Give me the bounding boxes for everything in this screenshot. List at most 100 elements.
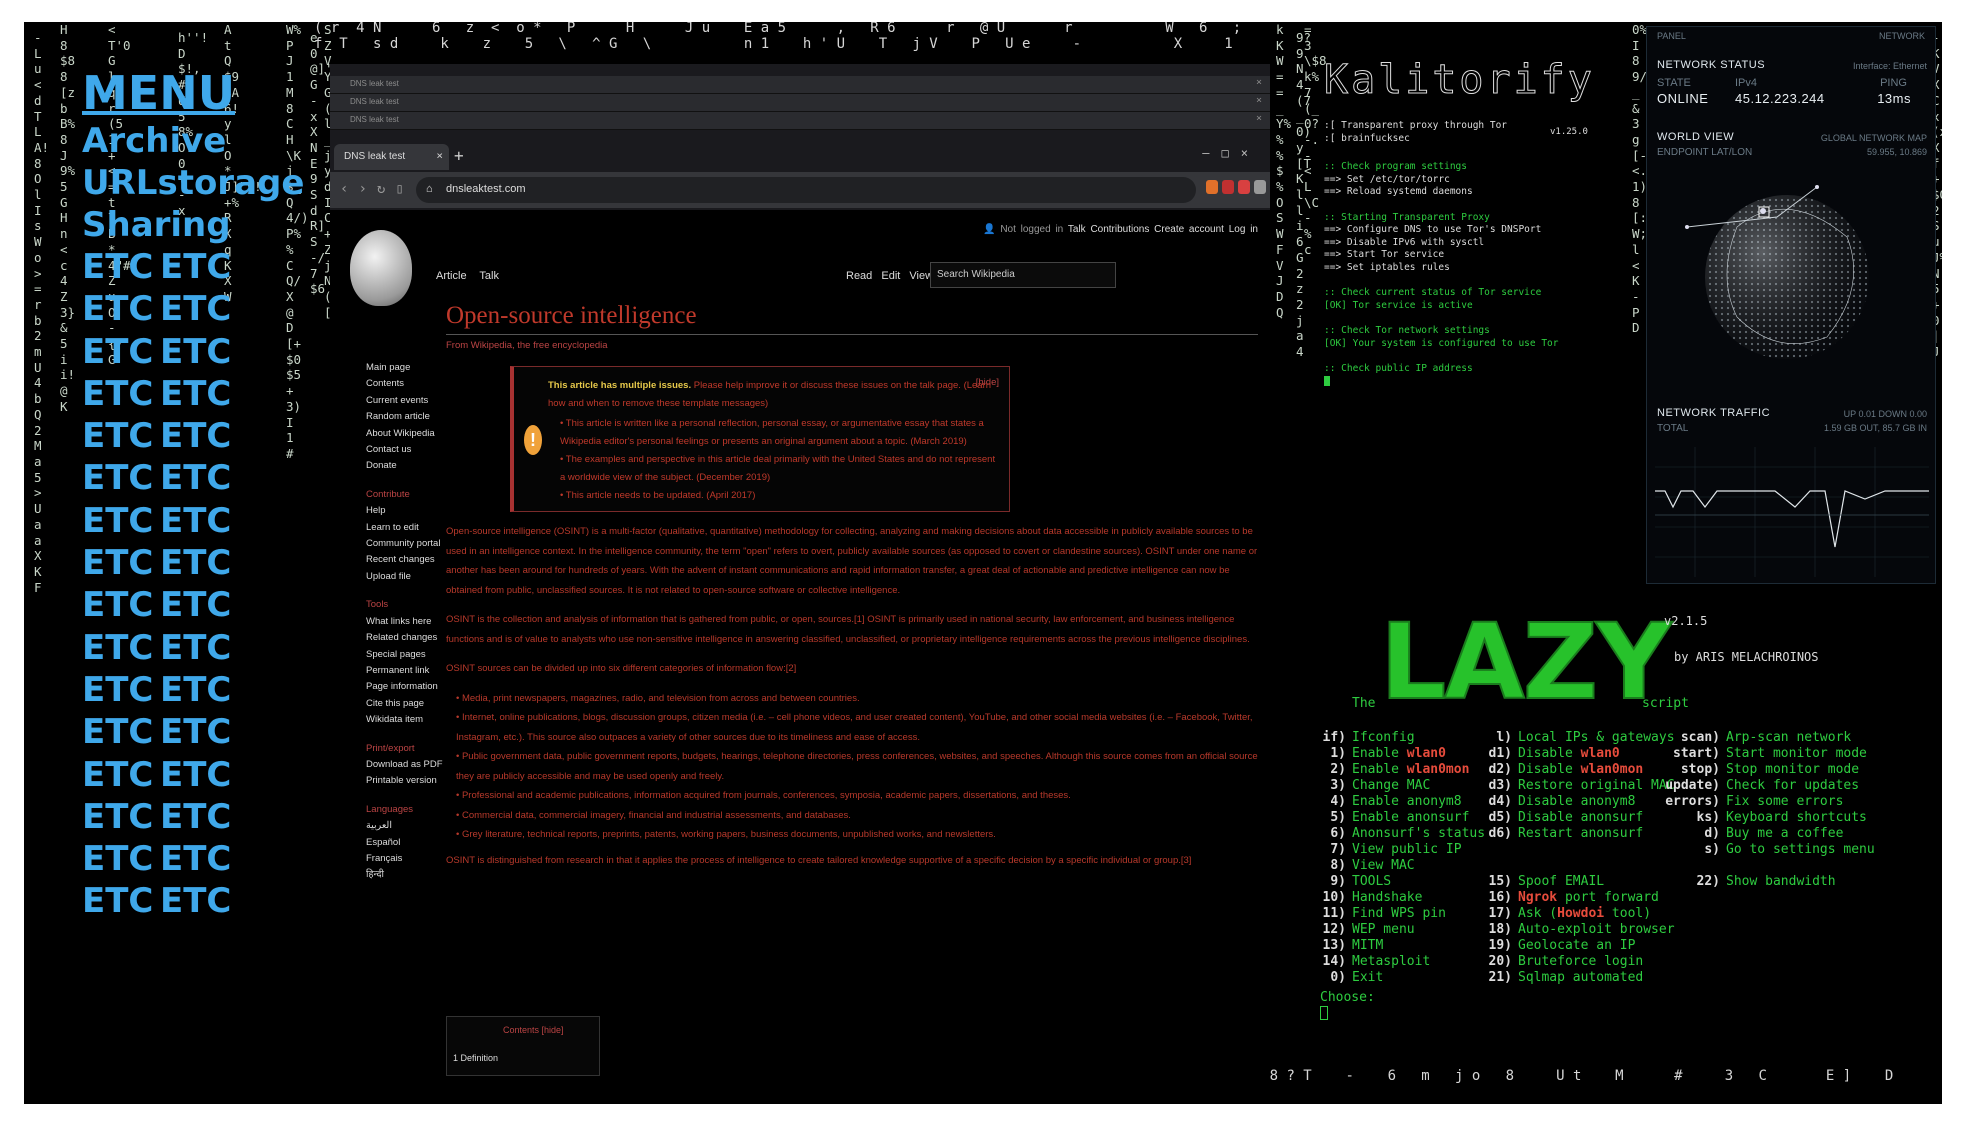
reload-icon[interactable]: ↻ [377,181,395,197]
menu-option[interactable]: errors) Fix some errors [1662,794,1875,810]
menu-title[interactable]: MENU [82,66,322,120]
toc-item[interactable]: 1 Definition [453,1053,498,1063]
menu-option[interactable]: 12) WEP menu [1320,922,1485,938]
sidebar-link[interactable]: Page information [366,679,448,695]
etc-menu-item[interactable]: ETC [160,331,238,373]
menu-option[interactable]: 7) View public IP [1320,842,1485,858]
menu-item-urlstorage[interactable]: URLstorage [82,162,322,204]
etc-menu-item[interactable]: ETC [82,669,160,711]
talk-link[interactable]: Talk [1068,224,1086,235]
menu-option[interactable]: stop) Stop monitor mode [1662,762,1875,778]
menu-option[interactable]: 4) Enable anonym8 [1320,794,1485,810]
menu-option[interactable]: 15) Spoof EMAIL [1486,874,1675,890]
menu-option[interactable]: ks) Keyboard shortcuts [1662,810,1875,826]
etc-menu-item[interactable]: ETC [160,838,238,880]
sidebar-link[interactable]: Español [366,835,448,851]
forward-icon[interactable]: › [358,181,376,197]
menu-item-sharing[interactable]: Sharing [82,204,322,246]
tab-article[interactable]: Article [436,270,467,282]
globe-map[interactable] [1677,167,1897,363]
menu-option[interactable]: d4) Disable anonym8 [1486,794,1675,810]
etc-menu-item[interactable]: ETC [160,288,238,330]
etc-menu-item[interactable]: ETC [160,584,238,626]
active-tab[interactable]: DNS leak test × [334,144,449,170]
new-tab-icon[interactable]: + [454,146,464,165]
etc-menu-item[interactable]: ETC [160,373,238,415]
menu-option[interactable]: 3) Change MAC [1320,778,1485,794]
sidebar-link[interactable]: Recent changes [366,552,448,568]
menu-option[interactable]: 11) Find WPS pin [1320,906,1485,922]
background-window-tabbar[interactable]: DNS leak test × [330,112,1270,130]
sidebar-link[interactable]: Random article [366,409,448,425]
sidebar-link[interactable]: Learn to edit [366,520,448,536]
sidebar-link[interactable]: About Wikipedia [366,426,448,442]
background-window-tabbar[interactable]: DNS leak test × [330,94,1270,112]
etc-menu-item[interactable]: ETC [160,754,238,796]
menu-option[interactable]: start) Start monitor mode [1662,746,1875,762]
sidebar-link[interactable]: हिन्दी [366,867,448,883]
etc-menu-item[interactable]: ETC [82,331,160,373]
sidebar-link[interactable]: Français [366,851,448,867]
menu-option[interactable]: 5) Enable anonsurf [1320,810,1485,826]
toc-header[interactable]: Contents [hide] [503,1025,564,1035]
sidebar-link[interactable]: Contact us [366,442,448,458]
close-icon[interactable]: × [1256,77,1262,88]
sidebar-link[interactable]: Main page [366,360,448,376]
wikipedia-logo[interactable] [350,230,412,306]
etc-menu-item[interactable]: ETC [160,246,238,288]
menu-option[interactable]: 21) Sqlmap automated [1486,970,1675,986]
window-controls[interactable]: –□× [1202,146,1260,160]
etc-menu-item[interactable]: ETC [82,711,160,753]
sidebar-link[interactable]: Cite this page [366,696,448,712]
etc-menu-item[interactable]: ETC [82,754,160,796]
back-icon[interactable]: ‹ [340,181,358,197]
menu-option[interactable]: l) Local IPs & gateways [1486,730,1674,746]
sidebar-link[interactable]: Contents [366,376,448,392]
menu-option[interactable]: if) Ifconfig [1320,730,1485,746]
contributions-link[interactable]: Contributions [1090,224,1149,235]
etc-menu-item[interactable]: ETC [160,669,238,711]
etc-menu-item[interactable]: ETC [82,838,160,880]
menu-option[interactable]: 17) Ask (Howdoi tool) [1486,906,1675,922]
sidebar-link[interactable]: Special pages [366,647,448,663]
close-icon[interactable]: × [1256,95,1262,106]
sidebar-link[interactable]: Community portal [366,536,448,552]
menu-option[interactable]: 2) Enable wlan0mon [1320,762,1485,778]
etc-menu-item[interactable]: ETC [82,500,160,542]
menu-option[interactable]: d3) Restore original MAC [1486,778,1675,794]
etc-menu-item[interactable]: ETC [160,711,238,753]
close-icon[interactable]: × [1256,113,1262,124]
extension-icon[interactable] [1238,180,1250,194]
wiki-search-input[interactable] [931,263,1115,286]
sidebar-link[interactable]: Current events [366,393,448,409]
tab-edit[interactable]: Edit [881,270,900,282]
menu-option[interactable]: update) Check for updates [1662,778,1875,794]
sidebar-link[interactable]: Download as PDF [366,757,448,773]
menu-option[interactable]: 10) Handshake [1320,890,1485,906]
menu-option[interactable]: d2) Disable wlan0mon [1486,762,1675,778]
sidebar-link[interactable]: Help [366,503,448,519]
etc-menu-item[interactable]: ETC [160,415,238,457]
login-link[interactable]: Log in [1229,224,1258,235]
menu-option[interactable]: 13) MITM [1320,938,1485,954]
menu-option[interactable]: 14) Metasploit [1320,954,1485,970]
etc-menu-item[interactable]: ETC [82,415,160,457]
sidebar-link[interactable]: Permanent link [366,663,448,679]
maximize-icon[interactable]: □ [1222,146,1241,160]
sidebar-link[interactable]: Donate [366,458,448,474]
etc-menu-item[interactable]: ETC [82,542,160,584]
etc-menu-item[interactable]: ETC [160,457,238,499]
menu-option[interactable]: d6) Restart anonsurf [1486,826,1675,842]
menu-option[interactable]: scan) Arp-scan network [1662,730,1875,746]
etc-menu-item[interactable]: ETC [82,880,160,922]
menu-option[interactable]: d5) Disable anonsurf [1486,810,1675,826]
menu-option[interactable]: d1) Disable wlan0 [1486,746,1675,762]
menu-option[interactable]: s) Go to settings menu [1662,842,1874,858]
etc-menu-item[interactable]: ETC [82,457,160,499]
sidebar-link[interactable]: Related changes [366,630,448,646]
brave-shield-icon[interactable] [1206,180,1218,194]
menu-option[interactable]: 22) Show bandwidth [1662,874,1875,890]
menu-option[interactable]: 8) View MAC [1320,858,1485,874]
tab-read[interactable]: Read [846,270,872,282]
input-cursor[interactable] [1320,1006,1328,1020]
